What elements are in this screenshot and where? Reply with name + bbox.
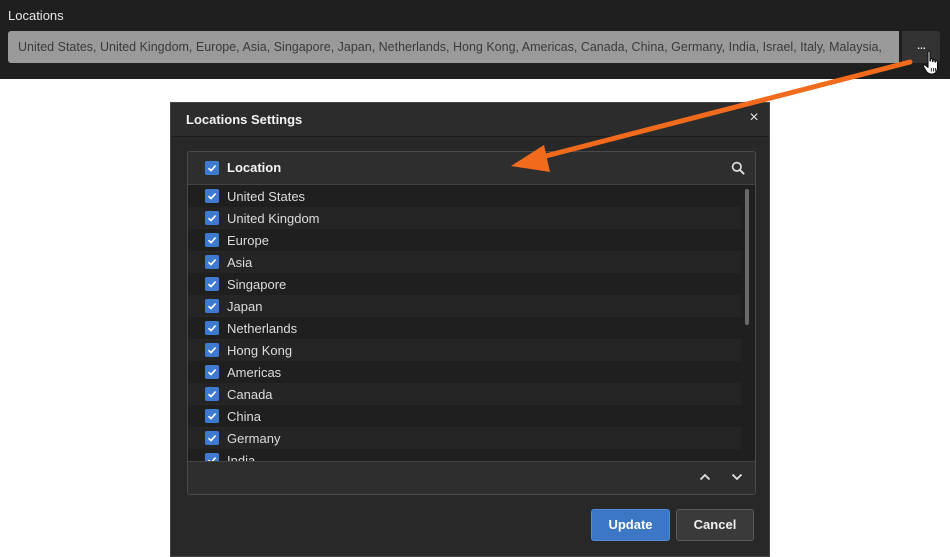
item-checkbox[interactable] bbox=[205, 387, 219, 401]
cancel-button[interactable]: Cancel bbox=[676, 509, 754, 541]
check-icon bbox=[207, 413, 217, 420]
column-header-location[interactable]: Location bbox=[227, 160, 281, 175]
check-icon bbox=[207, 303, 217, 310]
item-label: Canada bbox=[227, 387, 273, 402]
check-icon bbox=[207, 237, 217, 244]
item-label: United States bbox=[227, 189, 306, 204]
check-icon bbox=[207, 369, 217, 376]
item-checkbox[interactable] bbox=[205, 409, 219, 423]
list-item[interactable]: Americas bbox=[188, 361, 741, 383]
item-label: Europe bbox=[227, 233, 269, 248]
locations-panel: Locations United States, United Kingdom,… bbox=[0, 0, 950, 79]
item-checkbox[interactable] bbox=[205, 211, 219, 225]
item-checkbox[interactable] bbox=[205, 189, 219, 203]
check-icon bbox=[207, 281, 217, 288]
check-icon bbox=[207, 347, 217, 354]
locations-settings-dialog: Locations Settings × Location United Sta… bbox=[170, 102, 770, 557]
chevron-down-icon[interactable] bbox=[731, 472, 743, 482]
list-item[interactable]: Europe bbox=[188, 229, 741, 251]
grid-footer bbox=[188, 461, 755, 494]
dialog-title: Locations Settings bbox=[186, 112, 303, 127]
location-list-grid: Location United States United Kingdom Eu… bbox=[187, 151, 756, 495]
check-icon bbox=[207, 435, 217, 442]
update-button[interactable]: Update bbox=[591, 509, 670, 541]
list-scrollbar[interactable] bbox=[745, 189, 749, 325]
list-item[interactable]: United States bbox=[188, 185, 741, 207]
list-item[interactable]: Asia bbox=[188, 251, 741, 273]
list-item[interactable]: Singapore bbox=[188, 273, 741, 295]
chevron-up-icon[interactable] bbox=[699, 472, 711, 482]
close-icon[interactable]: × bbox=[746, 109, 762, 127]
check-icon bbox=[207, 193, 217, 200]
item-label: Singapore bbox=[227, 277, 287, 292]
list-item[interactable]: India bbox=[188, 449, 741, 461]
check-icon bbox=[207, 259, 217, 266]
item-checkbox[interactable] bbox=[205, 343, 219, 357]
check-icon bbox=[207, 325, 217, 332]
dialog-header: Locations Settings × bbox=[171, 103, 769, 137]
item-label: Americas bbox=[227, 365, 282, 380]
select-all-checkbox[interactable] bbox=[205, 161, 219, 175]
list-item[interactable]: United Kingdom bbox=[188, 207, 741, 229]
item-checkbox[interactable] bbox=[205, 233, 219, 247]
hand-cursor-icon bbox=[922, 50, 939, 75]
item-checkbox[interactable] bbox=[205, 365, 219, 379]
check-icon bbox=[207, 391, 217, 398]
item-label: Hong Kong bbox=[227, 343, 293, 358]
check-icon bbox=[207, 215, 217, 222]
item-checkbox[interactable] bbox=[205, 431, 219, 445]
list-item[interactable]: Japan bbox=[188, 295, 741, 317]
locations-label: Locations bbox=[8, 8, 64, 23]
list-item[interactable]: Netherlands bbox=[188, 317, 741, 339]
item-checkbox[interactable] bbox=[205, 255, 219, 269]
location-rows: United States United Kingdom Europe Asia… bbox=[188, 185, 741, 461]
list-item[interactable]: Hong Kong bbox=[188, 339, 741, 361]
item-label: India bbox=[227, 453, 256, 461]
item-label: Netherlands bbox=[227, 321, 298, 336]
item-checkbox[interactable] bbox=[205, 277, 219, 291]
item-checkbox[interactable] bbox=[205, 453, 219, 461]
item-label: China bbox=[227, 409, 261, 424]
list-item[interactable]: China bbox=[188, 405, 741, 427]
item-label: Germany bbox=[227, 431, 281, 446]
item-checkbox[interactable] bbox=[205, 299, 219, 313]
list-item[interactable]: Canada bbox=[188, 383, 741, 405]
check-icon bbox=[207, 165, 217, 172]
item-label: Asia bbox=[227, 255, 253, 270]
item-label: United Kingdom bbox=[227, 211, 320, 226]
item-label: Japan bbox=[227, 299, 263, 314]
locations-value-field[interactable]: United States, United Kingdom, Europe, A… bbox=[8, 31, 899, 63]
grid-header: Location bbox=[188, 152, 755, 185]
search-icon[interactable] bbox=[731, 161, 745, 175]
item-checkbox[interactable] bbox=[205, 321, 219, 335]
list-item[interactable]: Germany bbox=[188, 427, 741, 449]
